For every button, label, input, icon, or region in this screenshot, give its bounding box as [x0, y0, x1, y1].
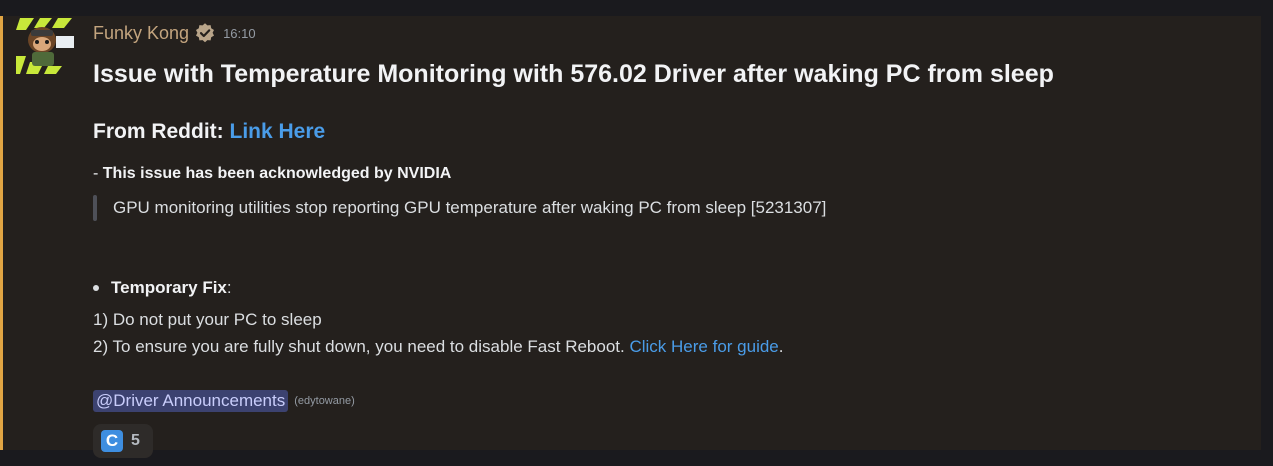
- source-link[interactable]: Link Here: [230, 120, 326, 143]
- step-2: 2) To ensure you are fully shut down, yo…: [93, 337, 783, 357]
- timestamp: 16:10: [223, 25, 256, 41]
- message-header: Funky Kong 16:10: [93, 22, 256, 44]
- source-line: From Reddit: Link Here: [93, 120, 325, 144]
- source-label: From Reddit:: [93, 120, 230, 143]
- author-name[interactable]: Funky Kong: [93, 23, 189, 44]
- mention-row: @Driver Announcements (edytowane): [93, 390, 355, 412]
- edited-label: (edytowane): [294, 395, 355, 407]
- avatar[interactable]: [16, 16, 80, 76]
- scrollbar-gutter: [1261, 0, 1273, 466]
- ack-text: This issue has been acknowledged by NVID…: [102, 165, 452, 182]
- reaction-count: 5: [131, 432, 140, 449]
- role-mention[interactable]: @Driver Announcements: [93, 390, 289, 412]
- message-title: Issue with Temperature Monitoring with 5…: [93, 60, 1054, 88]
- verified-icon: [196, 23, 215, 43]
- step-1: 1) Do not put your PC to sleep: [93, 310, 322, 329]
- step-2-text: 2) To ensure you are fully shut down, yo…: [93, 337, 630, 356]
- fix-label: Temporary Fix: [111, 278, 227, 297]
- fix-bullet: Temporary Fix:: [93, 278, 232, 298]
- blockquote: GPU monitoring utilities stop reporting …: [93, 195, 826, 221]
- guide-link[interactable]: Click Here for guide: [629, 337, 778, 356]
- reaction-button[interactable]: C 5: [93, 424, 153, 458]
- ack-prefix: -: [93, 165, 103, 182]
- fix-colon: :: [226, 278, 232, 297]
- acknowledgement-line: - This issue has been acknowledged by NV…: [93, 165, 451, 183]
- quote-text: GPU monitoring utilities stop reporting …: [113, 198, 827, 217]
- bullet-icon: [93, 285, 99, 291]
- step-2-end: .: [778, 337, 784, 356]
- message-container: Funky Kong 16:10 Issue with Temperature …: [0, 16, 1261, 458]
- reaction-emoji-icon: C: [101, 430, 123, 452]
- quote-bar: [93, 195, 97, 221]
